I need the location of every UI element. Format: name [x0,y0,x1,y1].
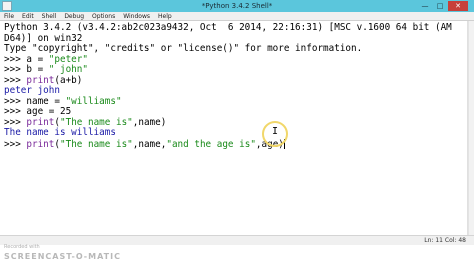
string-literal: "The name is" [60,116,133,128]
banner-line-1: Python 3.4.2 (v3.4.2:ab2c023a9432, Oct 6… [4,22,452,33]
output-line: The name is williams [4,127,116,138]
prompt: >>> [4,116,27,128]
shell-line-current[interactable]: >>> print("The name is",name,"and the ag… [4,138,285,151]
builtin-keyword: print [26,138,55,150]
close-button[interactable]: ✕ [448,1,468,11]
string-literal: "and the age is" [166,138,256,150]
code-text: a = [26,53,49,65]
vertical-scrollbar[interactable] [468,21,474,235]
ibeam-cursor-icon: I [272,126,279,137]
prompt: >>> [4,64,27,75]
menu-options[interactable]: Options [92,12,115,20]
prompt: >>> [4,95,27,107]
prompt: >>> [4,138,27,150]
shell-text-area[interactable]: Python 3.4.2 (v3.4.2:ab2c023a9432, Oct 6… [0,21,468,235]
cursor-position: Ln: 11 Col: 48 [424,237,466,244]
menu-debug[interactable]: Debug [64,12,84,20]
string-literal: "The name is" [60,138,133,150]
string-literal: "peter" [48,53,88,65]
builtin-keyword: print [26,74,55,86]
menu-bar: File Edit Shell Debug Options Windows He… [0,12,474,21]
menu-shell[interactable]: Shell [42,12,57,20]
status-bar: Ln: 11 Col: 48 [0,235,474,245]
window-title: *Python 3.4.2 Shell* [201,2,273,10]
minimize-button[interactable]: — [418,1,432,11]
code-text: name = [26,95,66,107]
code-text: ,name, [132,138,167,150]
menu-file[interactable]: File [4,12,14,20]
code-text: age = 25 [26,106,72,117]
title-bar: *Python 3.4.2 Shell* — □ ✕ [0,0,474,12]
prompt: >>> [4,74,27,86]
string-literal: "williams" [65,95,122,107]
code-text: b = [26,64,49,75]
window-controls: — □ ✕ [418,0,468,12]
code-text: ,name) [132,116,167,128]
watermark-caption: Recorded with [4,244,40,250]
menu-help[interactable]: Help [158,12,172,20]
maximize-button[interactable]: □ [433,1,447,11]
builtin-keyword: print [26,116,55,128]
menu-edit[interactable]: Edit [22,12,34,20]
menu-windows[interactable]: Windows [123,12,150,20]
watermark-logo: SCREENCAST-O-MATIC [4,252,121,261]
prompt: >>> [4,106,27,117]
string-literal: " john" [48,64,88,75]
code-text: (a+b) [54,74,83,86]
prompt: >>> [4,53,27,65]
